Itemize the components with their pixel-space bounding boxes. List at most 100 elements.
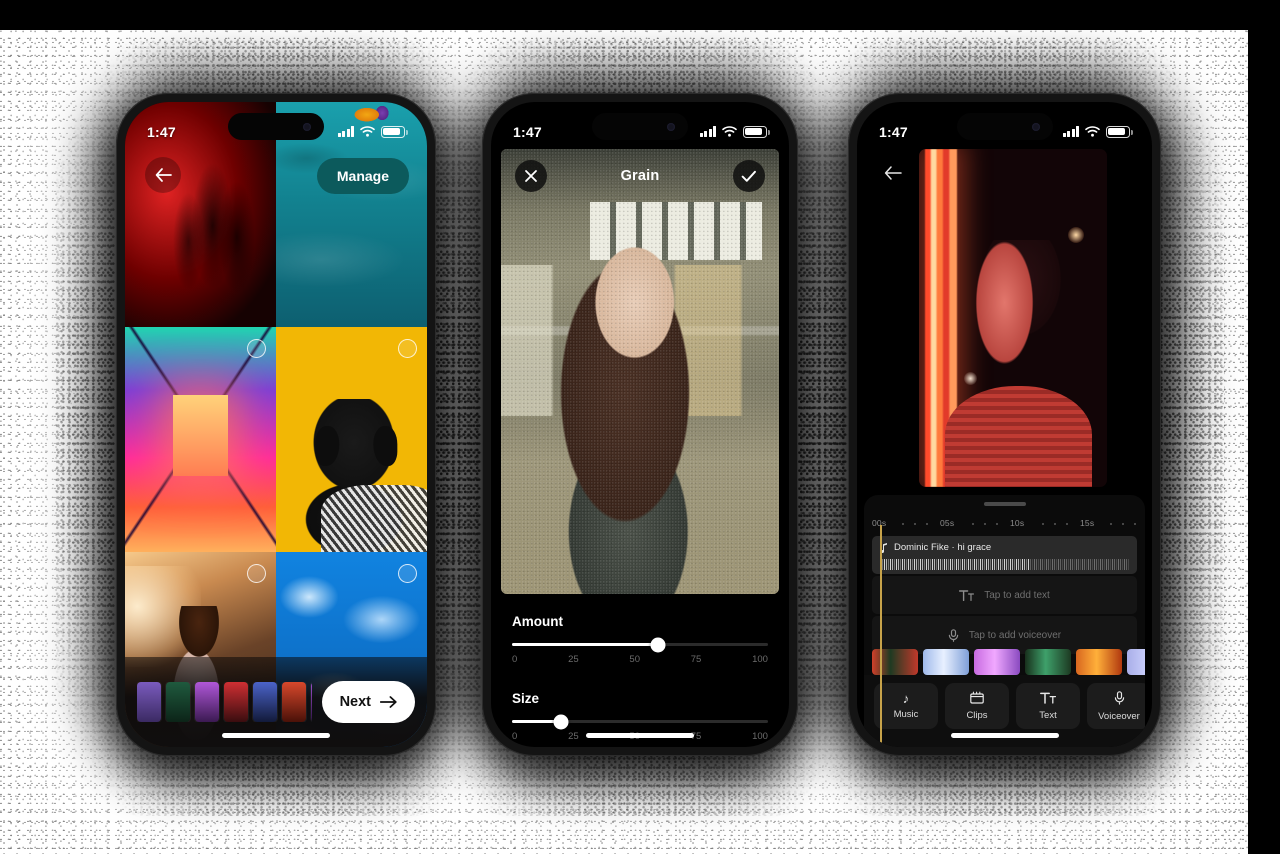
tick-label: 0	[512, 654, 518, 665]
music-track-title: Dominic Fike · hi grace	[894, 542, 992, 553]
thumbnail-item[interactable]	[224, 682, 248, 722]
tool-clips-button[interactable]: Clips	[945, 683, 1009, 729]
ruler-label: 15s	[1080, 518, 1095, 528]
home-indicator[interactable]	[222, 733, 330, 738]
phone3-screen: 00s 05s 10s 15s 20s	[857, 102, 1152, 747]
dynamic-island	[956, 113, 1053, 140]
selection-circle[interactable]	[247, 564, 266, 583]
thumbnail-item[interactable]	[253, 682, 277, 722]
amount-slider-label: Amount	[512, 614, 563, 629]
text-track-title: Tap to add text	[984, 589, 1050, 601]
clip-item[interactable]	[1076, 649, 1122, 675]
front-camera-icon	[303, 122, 311, 131]
selected-thumbnail-strip[interactable]	[137, 682, 312, 722]
sweater	[945, 385, 1092, 487]
selection-circle[interactable]	[247, 339, 266, 358]
text-format-icon	[959, 589, 975, 601]
music-note-icon: ♪	[902, 691, 910, 706]
thumbnail-item[interactable]	[282, 682, 306, 722]
close-button[interactable]	[515, 160, 547, 192]
dynamic-island	[228, 113, 324, 140]
clip-item[interactable]	[872, 649, 918, 675]
fish-decoration	[347, 102, 391, 130]
screenshot-stage: Manage Next 1:47 Grain Amount 0 25 50 75…	[0, 0, 1280, 854]
size-slider[interactable]	[512, 714, 768, 729]
tick-label: 0	[512, 731, 518, 742]
grid-cell-corridor-photo[interactable]	[125, 327, 276, 552]
tick-label: 100	[752, 654, 768, 665]
clip-item[interactable]	[1025, 649, 1071, 675]
tool-clips-label: Clips	[966, 710, 988, 721]
bokeh-light	[1068, 226, 1085, 243]
tool-voiceover-label: Voiceover	[1098, 710, 1140, 722]
tool-text-label: Text	[1039, 709, 1057, 721]
next-button-label: Next	[339, 694, 371, 710]
home-indicator[interactable]	[950, 733, 1059, 738]
tool-music-button[interactable]: ♪ Music	[874, 683, 938, 729]
next-button[interactable]: Next	[321, 681, 415, 723]
selection-circle[interactable]	[398, 564, 417, 583]
back-button[interactable]	[145, 157, 181, 193]
text-track[interactable]: Tap to add text	[872, 576, 1137, 614]
clip-strip[interactable]	[872, 649, 1145, 675]
thumbnail-item[interactable]	[311, 682, 312, 722]
tick-label: 50	[629, 654, 640, 665]
tool-text-button[interactable]: Text	[1016, 683, 1080, 729]
amount-slider-group: Amount 0 25 50 75 100	[512, 614, 768, 665]
editor-title: Grain	[620, 168, 660, 184]
battery-icon	[743, 125, 770, 138]
ruler-label: 10s	[1010, 518, 1025, 528]
grid-cell-pug-photo[interactable]	[276, 327, 427, 552]
check-icon	[741, 170, 756, 182]
tool-voiceover-button[interactable]: Voiceover	[1087, 683, 1145, 729]
sheet-grabber[interactable]	[983, 502, 1026, 506]
arrow-left-icon	[155, 168, 172, 182]
cellular-bars-icon	[699, 126, 716, 137]
amount-slider-fill	[512, 643, 658, 646]
status-indicators	[699, 125, 770, 138]
clip-item[interactable]	[974, 649, 1020, 675]
microphone-icon	[948, 628, 959, 642]
video-preview[interactable]	[919, 149, 1107, 487]
wifi-icon	[722, 126, 737, 137]
confirm-button[interactable]	[733, 160, 765, 192]
phone-1-media-picker: Manage Next 1:47	[116, 93, 436, 756]
voiceover-track-title: Tap to add voiceover	[968, 629, 1062, 641]
dynamic-island	[592, 113, 688, 140]
size-slider-knob[interactable]	[553, 714, 569, 729]
selection-circle[interactable]	[398, 339, 417, 358]
scarf-illustration	[321, 484, 427, 552]
manage-button[interactable]: Manage	[316, 158, 409, 194]
arrow-right-icon	[380, 696, 397, 708]
clip-item[interactable]	[1127, 649, 1145, 675]
tick-label: 100	[752, 731, 768, 742]
film-clapper-icon	[970, 691, 984, 706]
photo-preview[interactable]	[501, 149, 779, 594]
tick-label: 25	[568, 654, 579, 665]
front-camera-icon	[667, 122, 675, 131]
amount-slider[interactable]	[512, 637, 768, 652]
amount-slider-ticks: 0 25 50 75 100	[512, 654, 768, 665]
back-button[interactable]	[879, 159, 907, 187]
thumbnail-item[interactable]	[166, 682, 190, 722]
thumbnail-item[interactable]	[195, 682, 219, 722]
manage-button-label: Manage	[336, 168, 389, 184]
microphone-icon	[1114, 690, 1125, 707]
thumbnail-item[interactable]	[137, 682, 161, 722]
front-camera-icon	[1031, 122, 1040, 131]
status-time: 1:47	[513, 123, 542, 140]
cellular-bars-icon	[1062, 126, 1079, 137]
timeline-ruler: 00s 05s 10s 15s 20s	[864, 512, 1145, 534]
home-indicator[interactable]	[586, 733, 694, 738]
arrow-left-icon	[884, 166, 902, 180]
status-time: 1:47	[879, 123, 908, 140]
phone-2-grain-editor: Grain Amount 0 25 50 75 100 Size 0 25 75…	[482, 93, 798, 756]
music-track[interactable]: Dominic Fike · hi grace	[872, 536, 1137, 574]
text-format-icon	[1040, 692, 1057, 706]
music-track-title-row: Dominic Fike · hi grace	[880, 542, 1129, 553]
clip-item[interactable]	[923, 649, 969, 675]
ruler-label: 05s	[940, 518, 955, 528]
media-grid	[125, 102, 427, 747]
playhead[interactable]	[880, 525, 882, 747]
amount-slider-knob[interactable]	[650, 637, 666, 652]
